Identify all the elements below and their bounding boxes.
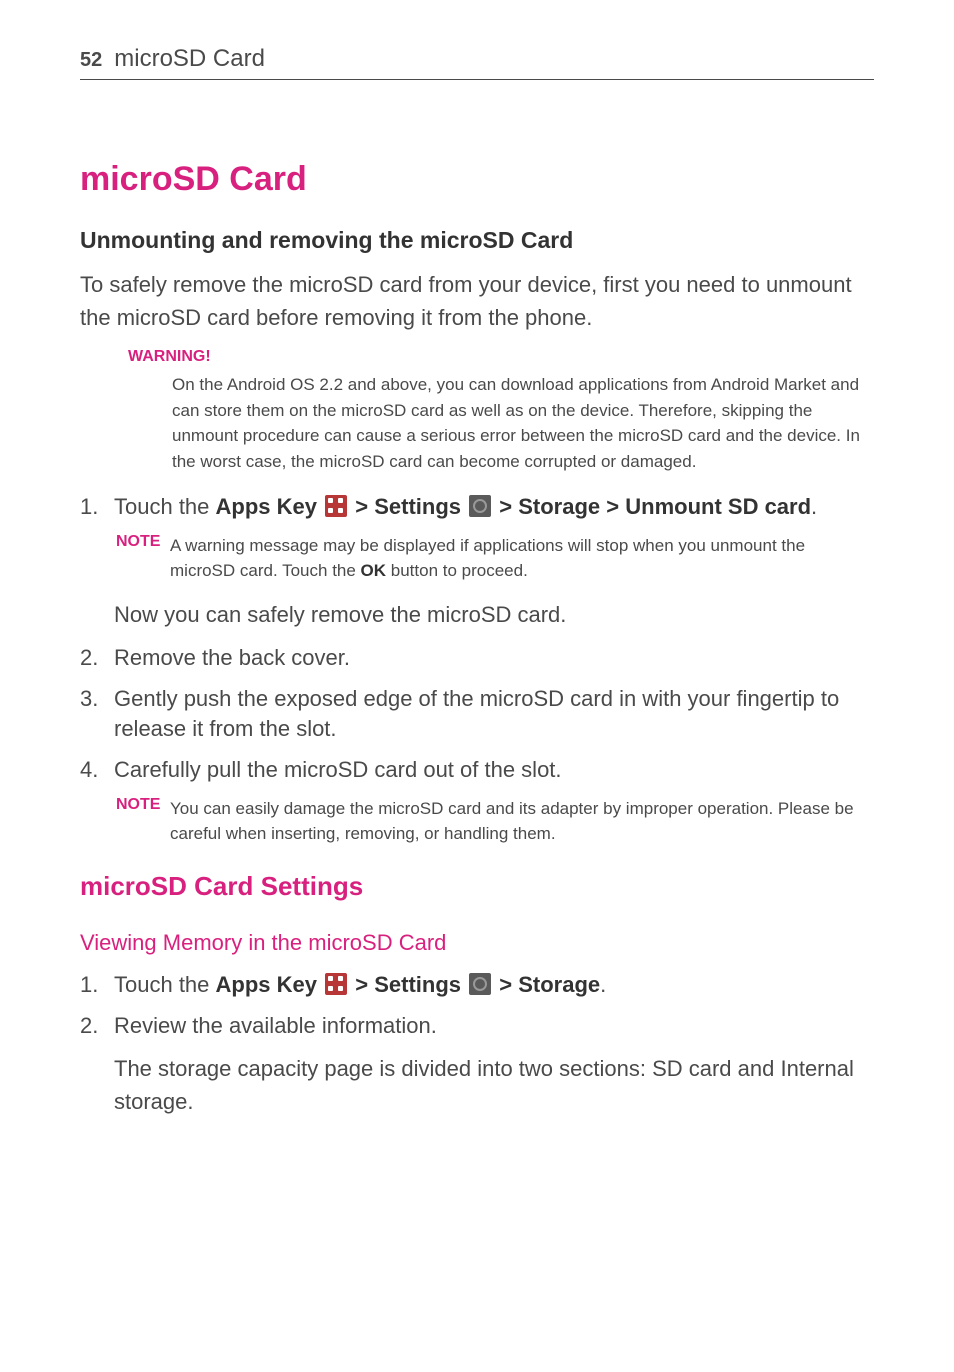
step-number: 4. <box>80 755 114 786</box>
apps-key-icon <box>325 973 347 995</box>
step-text: Touch the <box>114 972 216 997</box>
step-3: 3. Gently push the exposed edge of the m… <box>80 684 874 746</box>
step-number: 2. <box>80 1011 114 1042</box>
main-title: microSD Card <box>80 160 874 199</box>
step-1: 1. Touch the Apps Key > Settings > Stora… <box>80 492 874 523</box>
step-number: 3. <box>80 684 114 746</box>
step-2: 2. Remove the back cover. <box>80 643 874 674</box>
apps-key-label: Apps Key <box>216 494 317 519</box>
section-title-settings: microSD Card Settings <box>80 871 874 902</box>
step-body: Remove the back cover. <box>114 643 874 674</box>
step-body: Gently push the exposed edge of the micr… <box>114 684 874 746</box>
apps-key-icon <box>325 495 347 517</box>
settings-label: Settings <box>374 972 461 997</box>
step-number: 1. <box>80 970 114 1001</box>
subtitle-viewing-memory: Viewing Memory in the microSD Card <box>80 930 874 956</box>
ok-button-label: OK <box>361 561 387 580</box>
note-1: NOTE A warning message may be displayed … <box>116 533 874 584</box>
note-2: NOTE You can easily damage the microSD c… <box>116 796 874 847</box>
section2-step-2-followup: The storage capacity page is divided int… <box>114 1052 874 1118</box>
settings-icon <box>469 973 491 995</box>
step-number: 2. <box>80 643 114 674</box>
step-text: Touch the <box>114 494 216 519</box>
separator: > <box>499 494 518 519</box>
subtitle-unmounting: Unmounting and removing the microSD Card <box>80 227 874 254</box>
intro-paragraph: To safely remove the microSD card from y… <box>80 268 874 334</box>
page-number: 52 <box>80 49 102 72</box>
period: . <box>811 494 817 519</box>
note-label: NOTE <box>116 796 170 847</box>
step-body: Touch the Apps Key > Settings > Storage … <box>114 492 874 523</box>
apps-key-label: Apps Key <box>216 972 317 997</box>
separator: > <box>355 972 374 997</box>
note-text: You can easily damage the microSD card a… <box>170 796 874 847</box>
step-1-followup: Now you can safely remove the microSD ca… <box>114 598 874 631</box>
section2-step-2: 2. Review the available information. <box>80 1011 874 1042</box>
settings-label: Settings <box>374 494 461 519</box>
settings-icon <box>469 495 491 517</box>
note-label: NOTE <box>116 533 170 584</box>
header-title: microSD Card <box>114 45 265 73</box>
separator: > <box>499 972 518 997</box>
step-body: Review the available information. <box>114 1011 874 1042</box>
section2-step-1: 1. Touch the Apps Key > Settings > Stora… <box>80 970 874 1001</box>
period: . <box>600 972 606 997</box>
warning-label: WARNING! <box>128 348 864 366</box>
warning-text: On the Android OS 2.2 and above, you can… <box>128 372 864 474</box>
storage-label: Storage <box>518 972 600 997</box>
step-number: 1. <box>80 492 114 523</box>
storage-label: Storage <box>518 494 600 519</box>
step-body: Touch the Apps Key > Settings > Storage. <box>114 970 874 1001</box>
step-4: 4. Carefully pull the microSD card out o… <box>80 755 874 786</box>
warning-block: WARNING! On the Android OS 2.2 and above… <box>128 348 874 474</box>
note-text: A warning message may be displayed if ap… <box>170 533 874 584</box>
note-text-post: button to proceed. <box>386 561 528 580</box>
separator: > <box>355 494 374 519</box>
separator: > <box>606 494 625 519</box>
page-header: 52 microSD Card <box>80 45 874 80</box>
step-body: Carefully pull the microSD card out of t… <box>114 755 874 786</box>
unmount-label: Unmount SD card <box>625 494 811 519</box>
